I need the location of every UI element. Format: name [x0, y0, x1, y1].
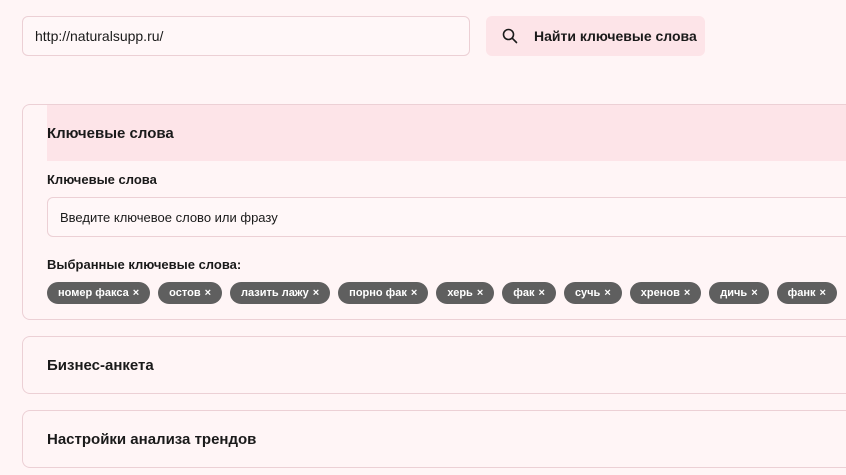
- business-profile-card[interactable]: Бизнес-анкета: [22, 336, 846, 394]
- search-icon: [502, 28, 518, 44]
- close-icon[interactable]: ×: [604, 287, 610, 299]
- close-icon[interactable]: ×: [133, 287, 139, 299]
- trend-settings-title: Настройки анализа трендов: [47, 430, 257, 448]
- keyword-tag-label: остов: [169, 287, 201, 299]
- selected-keywords-list: номер факса × остов × лазить лажу × порно фак ×…: [47, 282, 837, 304]
- trend-settings-card[interactable]: Настройки анализа трендов: [22, 410, 846, 468]
- keyword-tag: фак ×: [502, 282, 556, 304]
- keyword-tag: хренов ×: [629, 282, 702, 304]
- find-keywords-button-label: Найти ключевые слова: [534, 28, 697, 44]
- keyword-tag-label: лазить лажу: [241, 287, 309, 299]
- keyword-tag: остов ×: [158, 282, 223, 304]
- keyword-tag: номер факса ×: [47, 282, 151, 304]
- close-icon[interactable]: ×: [820, 287, 826, 299]
- selected-keywords-label: Выбранные ключевые слова:: [47, 257, 242, 272]
- keyword-input[interactable]: [47, 197, 846, 237]
- keyword-tag-label: номер факса: [58, 287, 129, 299]
- close-icon[interactable]: ×: [313, 287, 319, 299]
- close-icon[interactable]: ×: [205, 287, 211, 299]
- keyword-tag: фанк ×: [776, 282, 837, 304]
- close-icon[interactable]: ×: [751, 287, 757, 299]
- keyword-tag: херь ×: [436, 282, 495, 304]
- keyword-tag-label: дичь: [720, 287, 748, 299]
- keyword-tag-label: хренов: [640, 287, 680, 299]
- keyword-tag-label: херь: [447, 287, 473, 299]
- business-profile-title: Бизнес-анкета: [47, 356, 154, 374]
- keywords-field-label: Ключевые слова: [47, 172, 157, 187]
- keyword-tag: сучь ×: [563, 282, 622, 304]
- keyword-tag: порно фак ×: [338, 282, 429, 304]
- close-icon[interactable]: ×: [477, 287, 483, 299]
- keywords-card-title: Ключевые слова: [47, 124, 174, 142]
- keyword-tag-label: сучь: [574, 287, 601, 299]
- close-icon[interactable]: ×: [539, 287, 545, 299]
- keyword-tag-label: фанк: [787, 287, 816, 299]
- keywords-card: Ключевые слова Ключевые слова Выбранные …: [22, 104, 846, 320]
- keyword-tag-label: порно фак: [349, 287, 407, 299]
- keyword-tag: лазить лажу ×: [230, 282, 331, 304]
- keywords-card-header[interactable]: Ключевые слова: [47, 105, 846, 161]
- close-icon[interactable]: ×: [684, 287, 690, 299]
- keyword-tag: дичь ×: [709, 282, 769, 304]
- url-input[interactable]: [22, 16, 470, 56]
- find-keywords-button[interactable]: Найти ключевые слова: [486, 16, 705, 56]
- close-icon[interactable]: ×: [411, 287, 417, 299]
- keyword-tag-label: фак: [513, 287, 535, 299]
